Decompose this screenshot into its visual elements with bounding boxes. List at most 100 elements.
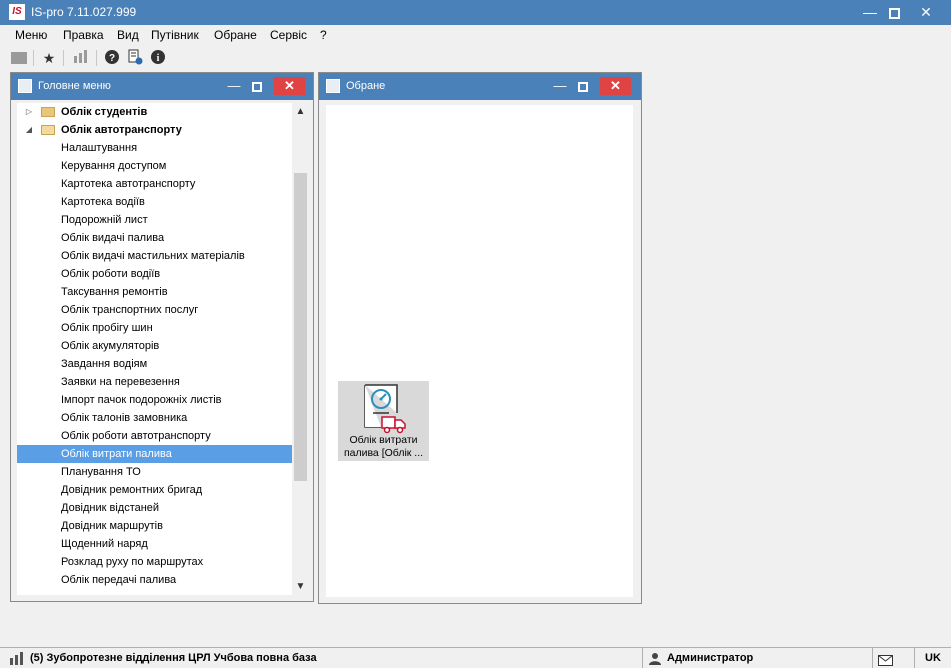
main-menu-maximize-button[interactable] bbox=[246, 76, 268, 96]
tree-folder[interactable]: ▷ Облік студентів bbox=[17, 103, 292, 121]
tree-item[interactable]: Облік пробігу шин bbox=[17, 319, 292, 337]
language-status[interactable]: UK bbox=[914, 648, 951, 668]
maximize-icon bbox=[578, 81, 588, 92]
tree-item-label: Облік видачі мастильних матеріалів bbox=[61, 250, 245, 262]
tree-item[interactable]: Облік транспортних послуг bbox=[17, 301, 292, 319]
tree-item-label: Облік акумуляторів bbox=[61, 340, 160, 352]
tree-item[interactable]: Картотека автотранспорту bbox=[17, 175, 292, 193]
tree-item[interactable]: Облік акумуляторів bbox=[17, 337, 292, 355]
toolbar-separator bbox=[33, 50, 34, 66]
tree-item-label: Облік талонів замовника bbox=[61, 412, 188, 424]
tree-item[interactable]: Облік видачі палива bbox=[17, 229, 292, 247]
database-status: (5) Зубопротезне відділення ЦРЛ Учбова п… bbox=[30, 652, 317, 664]
svg-text:i: i bbox=[157, 53, 160, 64]
favorites-window-icon bbox=[326, 79, 340, 93]
main-menu-title: Головне меню bbox=[38, 80, 111, 92]
tree-item-label: Щоденний наряд bbox=[61, 538, 148, 550]
tree-item[interactable]: Облік витрати палива bbox=[17, 445, 292, 463]
favorite-tile-label-line1: Облік витрати bbox=[349, 434, 418, 446]
favorites-title: Обране bbox=[346, 80, 386, 92]
menu-item-guide[interactable]: Путівник bbox=[151, 28, 199, 42]
tree-item[interactable]: Розклад руху по маршрутах bbox=[17, 553, 292, 571]
expand-arrow-icon[interactable]: ▷ bbox=[24, 103, 34, 121]
tree-item[interactable]: Облік талонів замовника bbox=[17, 409, 292, 427]
tree-item-label: Картотека водіїв bbox=[61, 196, 145, 208]
main-menu-close-button[interactable]: ✕ bbox=[274, 77, 305, 95]
toolbar-separator bbox=[63, 50, 64, 66]
star-icon[interactable]: ★ bbox=[39, 49, 59, 67]
favorite-tile-label: Облік витрати палива [Облік ... bbox=[340, 434, 427, 460]
scroll-thumb[interactable] bbox=[294, 173, 307, 481]
info-icon[interactable]: i bbox=[148, 49, 168, 67]
tree-scrollbar[interactable]: ▲ ▼ bbox=[292, 103, 309, 595]
tree-item-label: Довідник маршрутів bbox=[61, 520, 163, 532]
tree-item-label: Керування доступом bbox=[61, 160, 167, 172]
toolbar-separator bbox=[96, 50, 97, 66]
main-menu-minimize-button[interactable]: — bbox=[223, 76, 245, 96]
tree-item[interactable]: Картотека водіїв bbox=[17, 193, 292, 211]
tree-item[interactable]: Заявки на перевезення bbox=[17, 373, 292, 391]
tree-item[interactable]: Довідник ремонтних бригад bbox=[17, 481, 292, 499]
tree-item-label: Облік видачі палива bbox=[61, 232, 165, 244]
window-title: IS-pro 7.11.027.999 bbox=[31, 5, 137, 19]
tree-item[interactable]: Довідник маршрутів bbox=[17, 517, 292, 535]
favorite-tile-fuel-consumption[interactable]: Облік витрати палива [Облік ... bbox=[338, 381, 429, 461]
maximize-icon bbox=[888, 7, 900, 19]
favorites-close-button[interactable]: ✕ bbox=[600, 77, 631, 95]
tree-item[interactable]: Щоденний наряд bbox=[17, 535, 292, 553]
tree-item-label: Таксування ремонтів bbox=[61, 286, 168, 298]
tree-item-label: Облік витрати палива bbox=[61, 448, 172, 460]
tree-item-label: Завдання водіям bbox=[61, 358, 148, 370]
tree-item[interactable]: Довідник відстаней bbox=[17, 499, 292, 517]
menu-item-help[interactable]: ? bbox=[320, 28, 327, 42]
menu-item-service[interactable]: Сервіс bbox=[270, 28, 307, 42]
tree-item-label: Планування ТО bbox=[61, 466, 141, 478]
collapse-arrow-icon[interactable]: ◢ bbox=[24, 121, 34, 139]
maximize-button[interactable] bbox=[880, 0, 908, 25]
tree-item-label: Облік роботи водіїв bbox=[61, 268, 161, 280]
tree-item-label: Облік роботи автотранспорту bbox=[61, 430, 211, 442]
favorites-minimize-button[interactable]: — bbox=[549, 76, 571, 96]
tree-folder-label: Облік студентів bbox=[61, 106, 148, 118]
tree-item-label: Довідник відстаней bbox=[61, 502, 160, 514]
tree-item-label: Картотека автотранспорту bbox=[61, 178, 196, 190]
tree-item[interactable]: Облік роботи водіїв bbox=[17, 265, 292, 283]
main-menu-tree: ▷ Облік студентів ◢ Облік автотранспорту Нал… bbox=[17, 103, 309, 595]
maximize-icon bbox=[252, 81, 262, 92]
tree-item-label: Подорожній лист bbox=[61, 214, 148, 226]
folder-icon bbox=[41, 107, 55, 117]
tree-item[interactable]: Планування ТО bbox=[17, 463, 292, 481]
mail-status[interactable] bbox=[872, 648, 914, 668]
tree-item[interactable]: Облік роботи автотранспорту bbox=[17, 427, 292, 445]
database-icon bbox=[9, 651, 25, 668]
tree-item[interactable]: Подорожній лист bbox=[17, 211, 292, 229]
menu-item-menu[interactable]: Меню bbox=[15, 28, 47, 42]
folder-icon[interactable] bbox=[9, 49, 29, 67]
help-icon[interactable]: ? bbox=[102, 49, 122, 67]
tree-item[interactable]: Облік передачі палива bbox=[17, 571, 292, 589]
document-info-icon[interactable] bbox=[125, 49, 145, 67]
scroll-up-icon[interactable]: ▲ bbox=[292, 103, 309, 120]
tree-item-label: Довідник ремонтних бригад bbox=[61, 484, 203, 496]
favorites-maximize-button[interactable] bbox=[572, 76, 594, 96]
menu-bar: Меню Правка Вид Путівник Обране Сервіс ? bbox=[0, 25, 951, 46]
app-logo-icon: IS bbox=[9, 4, 25, 20]
folder-icon bbox=[41, 125, 55, 135]
tree-folder[interactable]: ◢ Облік автотранспорту bbox=[17, 121, 292, 139]
menu-item-favorites[interactable]: Обране bbox=[214, 28, 257, 42]
scroll-down-icon[interactable]: ▼ bbox=[292, 578, 309, 595]
tree-item[interactable]: Облік видачі мастильних матеріалів bbox=[17, 247, 292, 265]
tree-item[interactable]: Завдання водіям bbox=[17, 355, 292, 373]
tree-item[interactable]: Керування доступом bbox=[17, 157, 292, 175]
tree-item[interactable]: Налаштування bbox=[17, 139, 292, 157]
tree-item[interactable]: Таксування ремонтів bbox=[17, 283, 292, 301]
main-menu-window: Головне меню — ✕ ▷ Облік студентів ◢ Облік … bbox=[10, 72, 314, 602]
tree-item-label: Облік транспортних послуг bbox=[61, 304, 199, 316]
menu-item-edit[interactable]: Правка bbox=[63, 28, 104, 42]
user-status[interactable]: Администратор bbox=[642, 648, 872, 668]
tree-folder-label: Облік автотранспорту bbox=[61, 124, 182, 136]
menu-item-view[interactable]: Вид bbox=[117, 28, 139, 42]
tree-item[interactable]: Імпорт пачок подорожніх листів bbox=[17, 391, 292, 409]
close-button[interactable]: ✕ bbox=[912, 0, 940, 25]
chart-icon[interactable] bbox=[71, 49, 91, 67]
